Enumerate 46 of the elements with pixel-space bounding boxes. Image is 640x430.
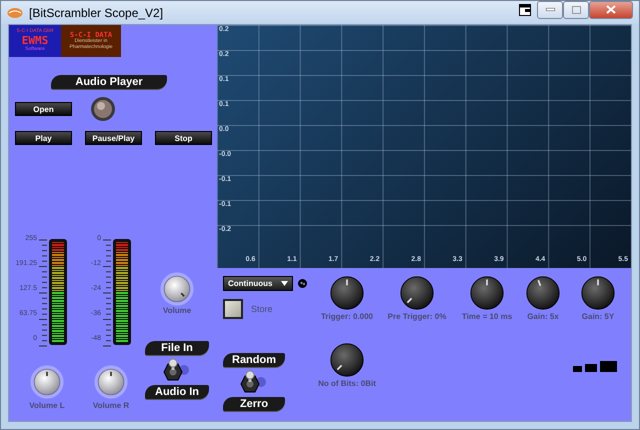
knob[interactable] <box>526 276 560 310</box>
maximize-button[interactable] <box>563 0 589 18</box>
checkbox-label: Store <box>251 304 273 314</box>
close-button[interactable] <box>589 0 633 18</box>
switch-option-label: Zerro <box>223 397 285 411</box>
status-orb-icon <box>90 96 116 122</box>
switch-option-label: File In <box>145 341 209 355</box>
mode-dropdown[interactable]: Continuous <box>223 276 293 291</box>
knob-label: Gain: 5Y <box>582 312 614 321</box>
transport-button[interactable]: Stop <box>155 131 212 145</box>
open-button[interactable]: Open <box>15 102 72 116</box>
close-icon <box>606 5 616 14</box>
transport-button[interactable]: Play <box>15 131 72 145</box>
knob-label: Gain: 5x <box>527 312 559 321</box>
knob[interactable] <box>30 365 64 399</box>
transport-button[interactable]: Pause/Play <box>85 131 142 145</box>
knob[interactable] <box>94 365 128 399</box>
toggle-switch-lower-half[interactable] <box>239 382 269 394</box>
knob-label: No of Bits: 0Bit <box>318 379 376 388</box>
knob-label: Pre Trigger: 0% <box>388 312 446 321</box>
toggle-switch-lower-half[interactable] <box>162 370 192 382</box>
knob-label: Volume R <box>92 401 130 410</box>
caret-icon <box>281 281 288 286</box>
knob-label: Time = 10 ms <box>462 312 512 321</box>
window-title: [BitScrambler Scope_V2] <box>29 6 164 20</box>
knob[interactable] <box>330 276 364 310</box>
section-title: Audio Player <box>51 75 167 89</box>
knob-label: Trigger: 0.000 <box>320 312 374 321</box>
maximize-icon <box>572 6 580 14</box>
knob[interactable] <box>581 276 615 310</box>
knob[interactable] <box>160 272 194 306</box>
minimize-button[interactable] <box>537 0 563 18</box>
app-icon <box>7 6 23 18</box>
knob[interactable] <box>470 276 504 310</box>
knob[interactable] <box>400 276 434 310</box>
switch-option-label: Random <box>223 353 285 367</box>
logo-text: EWMS <box>22 34 48 47</box>
signal-bars-icon <box>573 361 617 372</box>
knob-label: Volume <box>162 306 192 315</box>
store-checkbox[interactable] <box>223 299 243 319</box>
minimize-icon <box>546 8 554 11</box>
window-icon[interactable] <box>519 4 531 16</box>
knob[interactable] <box>330 343 364 377</box>
knob-label: Volume L <box>29 401 65 410</box>
indicator-icon <box>298 279 307 288</box>
switch-option-label: Audio In <box>145 385 209 399</box>
